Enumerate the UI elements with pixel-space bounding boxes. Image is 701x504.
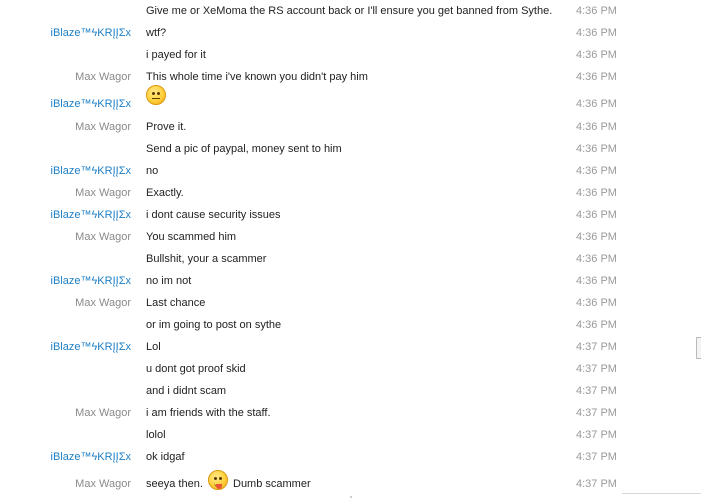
message-row: Max Wagor Exactly. 4:36 PM <box>0 183 701 205</box>
message-row: iBlaze™ϟKRĮĮΣx Lol 4:37 PM <box>0 337 701 359</box>
message-timestamp: 4:36 PM <box>576 297 617 309</box>
message-timestamp: 4:37 PM <box>576 407 617 419</box>
message-text-after-emoji: Dumb scammer <box>233 478 311 490</box>
message-text: Bullshit, your a scammer <box>146 253 267 265</box>
message-text: Exactly. <box>146 187 184 199</box>
message-timestamp: 4:36 PM <box>576 71 617 83</box>
divider-dot <box>350 496 352 498</box>
message-content <box>146 85 166 105</box>
message-timestamp: 4:36 PM <box>576 49 617 61</box>
message-row: iBlaze™ϟKRĮĮΣx i dont cause security iss… <box>0 205 701 227</box>
message-timestamp: 4:36 PM <box>576 187 617 199</box>
message-row: Max Wagor i am friends with the staff. 4… <box>0 403 701 425</box>
message-row: Bullshit, your a scammer 4:36 PM <box>0 249 701 271</box>
message-text: seeya then. <box>146 478 203 490</box>
straight-face-emoji-icon <box>146 85 166 105</box>
message-content: seeya then. Dumb scammer <box>146 470 311 491</box>
sender-name[interactable]: iBlaze™ϟKRĮĮΣx <box>0 27 131 39</box>
message-row: iBlaze™ϟKRĮĮΣx wtf? 4:36 PM <box>0 23 701 45</box>
splitter-handle[interactable] <box>696 337 701 359</box>
message-timestamp: 4:37 PM <box>576 363 617 375</box>
sender-name[interactable]: Max Wagor <box>0 187 131 199</box>
message-text: lolol <box>146 429 166 441</box>
message-text: i payed for it <box>146 49 206 61</box>
divider <box>622 493 701 494</box>
message-text: wtf? <box>146 27 167 39</box>
chat-history: Give me or XeMoma the RS account back or… <box>0 0 701 504</box>
message-row: and i didnt scam 4:37 PM <box>0 381 701 403</box>
sender-name[interactable]: Max Wagor <box>0 478 131 490</box>
message-text: You scammed him <box>146 231 237 243</box>
message-text: i am friends with the staff. <box>146 407 271 419</box>
sender-name[interactable]: iBlaze™ϟKRĮĮΣx <box>0 165 131 177</box>
message-row: Max Wagor Prove it. 4:36 PM <box>0 117 701 139</box>
message-row: iBlaze™ϟKRĮĮΣx 4:36 PM <box>0 85 701 116</box>
message-text: This whole time i've known you didn't pa… <box>146 71 368 83</box>
sender-name[interactable]: Max Wagor <box>0 407 131 419</box>
message-timestamp: 4:36 PM <box>576 319 617 331</box>
message-timestamp: 4:37 PM <box>576 341 617 353</box>
sender-name[interactable]: Max Wagor <box>0 71 131 83</box>
message-timestamp: 4:36 PM <box>576 275 617 287</box>
sender-name[interactable]: Max Wagor <box>0 231 131 243</box>
message-row: or im going to post on sythe 4:36 PM <box>0 315 701 337</box>
message-text: Give me or XeMoma the RS account back or… <box>146 5 553 17</box>
message-timestamp: 4:36 PM <box>576 121 617 133</box>
message-text: Lol <box>146 341 161 353</box>
sender-name[interactable]: iBlaze™ϟKRĮĮΣx <box>0 275 131 287</box>
message-text: i dont cause security issues <box>146 209 281 221</box>
message-timestamp: 4:37 PM <box>576 429 617 441</box>
message-timestamp: 4:37 PM <box>576 451 617 463</box>
message-timestamp: 4:36 PM <box>576 143 617 155</box>
message-text: or im going to post on sythe <box>146 319 282 331</box>
message-text: no im not <box>146 275 192 287</box>
message-timestamp: 4:37 PM <box>576 385 617 397</box>
message-timestamp: 4:36 PM <box>576 231 617 243</box>
message-row: iBlaze™ϟKRĮĮΣx no 4:36 PM <box>0 161 701 183</box>
message-timestamp: 4:37 PM <box>576 478 617 490</box>
message-row: Send a pic of paypal, money sent to him … <box>0 139 701 161</box>
message-row: Max Wagor Last chance 4:36 PM <box>0 293 701 315</box>
message-text: Prove it. <box>146 121 187 133</box>
message-timestamp: 4:36 PM <box>576 209 617 221</box>
message-text: ok idgaf <box>146 451 185 463</box>
message-row: Give me or XeMoma the RS account back or… <box>0 1 701 23</box>
message-timestamp: 4:36 PM <box>576 5 617 17</box>
message-row: Max Wagor You scammed him 4:36 PM <box>0 227 701 249</box>
message-row: Max Wagor seeya then. Dumb scammer 4:37 … <box>0 466 701 496</box>
message-text: u dont got proof skid <box>146 363 246 375</box>
message-text: Last chance <box>146 297 206 309</box>
message-row: u dont got proof skid 4:37 PM <box>0 359 701 381</box>
message-timestamp: 4:36 PM <box>576 98 617 110</box>
message-text: and i didnt scam <box>146 385 227 397</box>
sender-name[interactable]: iBlaze™ϟKRĮĮΣx <box>0 341 131 353</box>
sender-name[interactable]: iBlaze™ϟKRĮĮΣx <box>0 98 131 110</box>
tongue-out-emoji-icon <box>207 470 228 491</box>
sender-name[interactable]: iBlaze™ϟKRĮĮΣx <box>0 451 131 463</box>
message-text: no <box>146 165 159 177</box>
sender-name[interactable]: iBlaze™ϟKRĮĮΣx <box>0 209 131 221</box>
message-text: Send a pic of paypal, money sent to him <box>146 143 342 155</box>
message-row: i payed for it 4:36 PM <box>0 45 701 67</box>
sender-name[interactable]: Max Wagor <box>0 121 131 133</box>
message-row: lolol 4:37 PM <box>0 425 701 447</box>
sender-name[interactable]: Max Wagor <box>0 297 131 309</box>
message-timestamp: 4:36 PM <box>576 253 617 265</box>
message-row: iBlaze™ϟKRĮĮΣx no im not 4:36 PM <box>0 271 701 293</box>
message-timestamp: 4:36 PM <box>576 165 617 177</box>
message-timestamp: 4:36 PM <box>576 27 617 39</box>
